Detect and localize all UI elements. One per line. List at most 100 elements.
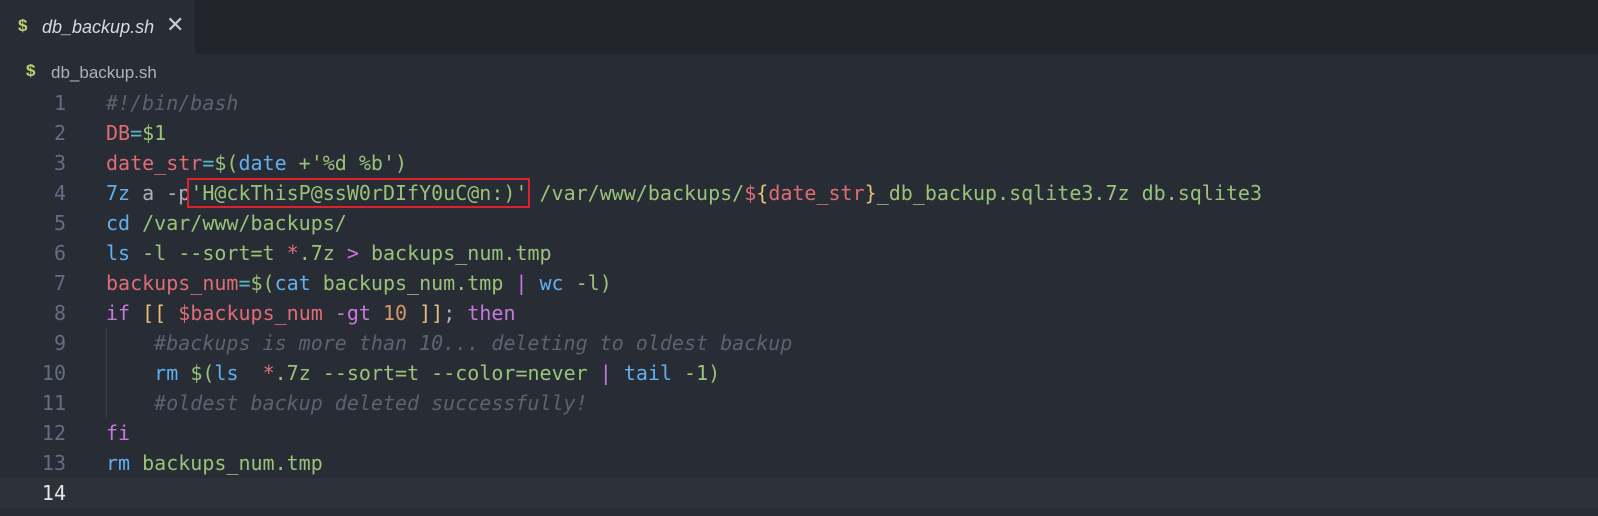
code-token: DB: [106, 121, 131, 145]
code-text: #backups is more than 10... deleting to …: [106, 328, 792, 358]
code-token: rm: [154, 361, 179, 385]
code-text: #oldest backup deleted successfully!: [106, 388, 588, 418]
tab-label: db_backup.sh: [42, 17, 155, 37]
code-text: ls -l --sort=t *.7z > backups_num.tmp: [106, 238, 552, 268]
code-token: .7z --sort=t --color=never: [274, 361, 600, 385]
highlighted-password-string: 'H@ckThisP@ssW0rDIfY0uC@n:)': [187, 178, 531, 208]
code-token: cat: [274, 271, 311, 295]
code-text: DB=$1: [106, 118, 166, 148]
close-icon[interactable]: ✕: [166, 13, 184, 37]
code-token: $(: [214, 151, 239, 175]
code-token: backups_num.tmp: [310, 271, 516, 295]
code-token: 7z: [106, 181, 131, 205]
code-token: =: [130, 121, 143, 145]
code-text: rm $(ls *.7z --sort=t --color=never | ta…: [106, 358, 720, 388]
line-number: 14: [41, 481, 66, 505]
code-token: -1): [672, 361, 721, 385]
code-line[interactable]: 5 cd /var/www/backups/: [0, 208, 1598, 238]
code-token: .7z: [298, 241, 347, 265]
code-line[interactable]: 4 7z a -p'H@ckThisP@ssW0rDIfY0uC@n:)' /va…: [0, 178, 1598, 208]
breadcrumb: $ db_backup.sh: [0, 54, 1598, 88]
code-token: |: [599, 361, 612, 385]
code-token: fi: [106, 421, 131, 445]
code-token: =: [238, 271, 251, 295]
code-token: |: [515, 271, 528, 295]
shell-script-icon: $: [26, 61, 36, 80]
line-number: 5: [53, 211, 66, 235]
code-token: if: [106, 301, 131, 325]
code-token: ;: [443, 301, 468, 325]
code-token: backups_num: [106, 271, 239, 295]
code-line[interactable]: 10 rm $(ls *.7z --sort=t --color=never |…: [0, 358, 1598, 388]
code-line[interactable]: 1 #!/bin/bash: [0, 88, 1598, 118]
code-line[interactable]: 6 ls -l --sort=t *.7z > backups_num.tmp: [0, 238, 1598, 268]
code-token: $backups_num: [178, 301, 323, 325]
code-token: +'%d %b'): [286, 151, 408, 175]
code-line[interactable]: 12 fi: [0, 418, 1598, 448]
code-token: *: [286, 241, 299, 265]
code-token: /var/www/backups/: [527, 181, 745, 205]
code-token: #backups is more than 10... deleting to …: [106, 331, 793, 355]
line-number: 3: [53, 151, 66, 175]
line-number: 9: [53, 331, 66, 355]
code-line[interactable]: 14: [0, 478, 1598, 508]
code-token: #!/bin/bash: [106, 91, 239, 115]
shell-script-icon: $: [18, 16, 28, 35]
code-text: cd /var/www/backups/: [106, 208, 347, 238]
line-number: 7: [53, 271, 66, 295]
code-token: _db_backup.sqlite3.7z db.sqlite3: [876, 181, 1262, 205]
code-token: backups_num.tmp: [130, 451, 323, 475]
code-token: date_str: [106, 151, 203, 175]
code-text: date_str=$(date +'%d %b'): [106, 148, 407, 178]
line-number: 10: [41, 361, 66, 385]
code-line[interactable]: 3 date_str=$(date +'%d %b'): [0, 148, 1598, 178]
tab-db-backup[interactable]: $ db_backup.sh ✕: [0, 0, 195, 54]
code-token: 10: [383, 301, 408, 325]
line-number: 8: [53, 301, 66, 325]
code-editor[interactable]: 1 #!/bin/bash 2 DB=$1 3 date_str=$(date +'%d …: [0, 88, 1598, 508]
code-token: *: [262, 361, 275, 385]
line-number: 6: [53, 241, 66, 265]
code-text: backups_num=$(cat backups_num.tmp | wc -…: [106, 268, 612, 298]
code-token: cd: [106, 211, 131, 235]
code-line[interactable]: 11 #oldest backup deleted successfully!: [0, 388, 1598, 418]
code-token: $(: [190, 361, 215, 385]
code-token: #oldest backup deleted successfully!: [106, 391, 588, 415]
code-token: tail: [623, 361, 673, 385]
code-token: >: [346, 241, 359, 265]
code-token: date_str: [768, 181, 865, 205]
code-text: fi: [106, 418, 130, 448]
line-number: 12: [41, 421, 66, 445]
code-token: then: [467, 301, 516, 325]
tab-bar: $ db_backup.sh ✕: [0, 0, 1598, 54]
code-line[interactable]: 9 #backups is more than 10... deleting t…: [0, 328, 1598, 358]
code-token: ls: [106, 241, 131, 265]
code-token: -gt: [334, 301, 371, 325]
code-line[interactable]: 7 backups_num=$(cat backups_num.tmp | wc …: [0, 268, 1598, 298]
code-token: -l --sort=t: [130, 241, 287, 265]
code-token: [[: [142, 301, 167, 325]
code-line[interactable]: 13 rm backups_num.tmp: [0, 448, 1598, 478]
code-token: /var/www/backups/: [130, 211, 347, 235]
code-token: $: [744, 181, 757, 205]
code-token: date: [238, 151, 287, 175]
code-line[interactable]: 8 if [[ $backups_num -gt 10 ]]; then: [0, 298, 1598, 328]
code-token: a -p: [130, 181, 191, 205]
breadcrumb-file-label[interactable]: db_backup.sh: [51, 63, 157, 83]
code-token: ls: [214, 361, 239, 385]
code-text: if [[ $backups_num -gt 10 ]]; then: [106, 298, 516, 328]
code-line[interactable]: 2 DB=$1: [0, 118, 1598, 148]
line-number: 11: [41, 391, 66, 415]
code-token: {: [756, 181, 769, 205]
code-token: -l): [563, 271, 612, 295]
line-number: 2: [53, 121, 66, 145]
code-token: =: [202, 151, 215, 175]
code-token: ]]: [419, 301, 444, 325]
